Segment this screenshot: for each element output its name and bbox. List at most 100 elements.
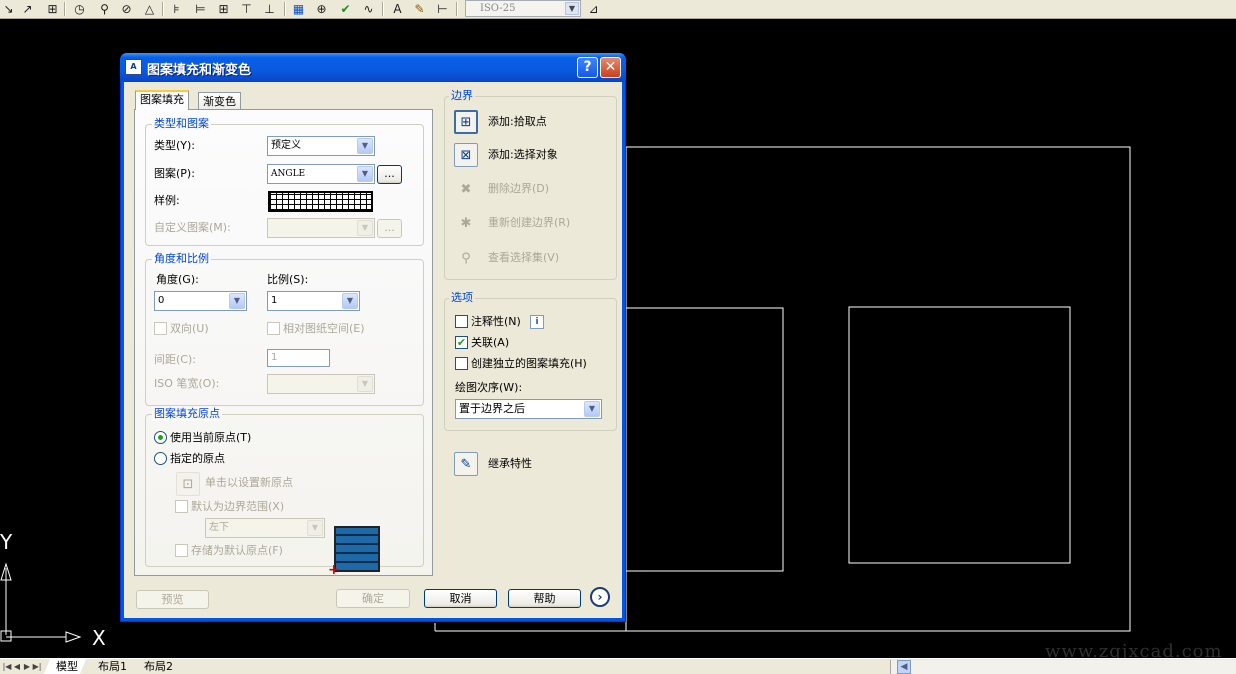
magnifier-icon[interactable]: ⚲ (454, 246, 478, 270)
remove-boundary-icon[interactable]: ✖ (454, 177, 478, 201)
click-set-origin-icon[interactable]: ⊡ (176, 472, 200, 496)
last-tab-icon[interactable]: ▶| (32, 661, 42, 673)
draw-order-select[interactable]: 置于边界之后 ▼ (455, 399, 602, 419)
select-objects-icon[interactable]: ⊠ (454, 143, 478, 167)
use-current-origin-label: 使用当前原点(T) (170, 431, 252, 444)
inherit-properties-icon[interactable]: ✎ (454, 452, 478, 476)
dialog-titlebar[interactable]: A 图案填充和渐变色 ? ✕ (120, 53, 626, 82)
scale-select[interactable]: 1 ▼ (267, 291, 360, 311)
chevron-down-icon[interactable]: ▼ (357, 138, 373, 154)
horizontal-scrollbar[interactable]: ◀ (890, 660, 1236, 674)
remove-boundary-label[interactable]: 删除边界(D) (488, 182, 549, 196)
prev-tab-icon[interactable]: ◀ (12, 661, 22, 673)
dim-style-icon[interactable]: ⊿ (585, 1, 602, 17)
inherit-properties-label[interactable]: 继承特性 (488, 457, 532, 471)
next-tab-icon[interactable]: ▶ (22, 661, 32, 673)
pick-points-icon[interactable]: ⊞ (454, 110, 478, 134)
arc-icon[interactable]: ↗ (19, 1, 36, 17)
tab-model[interactable]: 模型 (44, 659, 86, 674)
close-button[interactable]: ✕ (600, 57, 621, 78)
chevron-down-icon[interactable]: ▼ (357, 220, 373, 236)
help-caption-button[interactable]: ? (577, 57, 598, 78)
tolerance-icon[interactable]: ▦ (290, 1, 307, 17)
dim-style-select[interactable]: ISO-25 ▼ (465, 0, 581, 17)
double-checkbox[interactable] (154, 322, 167, 335)
chevron-down-icon[interactable]: ▼ (357, 376, 373, 392)
dim-update-icon[interactable]: ⊢ (434, 1, 451, 17)
pattern-swatch[interactable] (268, 191, 373, 212)
draw-order-label: 绘图次序(W): (455, 381, 523, 394)
swatch-label: 样例: (154, 194, 180, 207)
pattern-select[interactable]: ANGLE ▼ (267, 164, 375, 184)
default-extent-checkbox[interactable] (175, 500, 188, 513)
scale-icon[interactable]: ⊞ (44, 1, 61, 17)
help-button[interactable]: 帮助 (508, 589, 581, 608)
tab-layout1[interactable]: 布局1 (86, 659, 135, 674)
iso-pen-select[interactable]: ▼ (267, 374, 375, 394)
pattern-value: ANGLE (271, 169, 306, 179)
spline-icon[interactable]: ↘ (0, 1, 17, 17)
pattern-browse-button[interactable]: ... (377, 165, 402, 184)
chevron-down-icon[interactable]: ▼ (584, 401, 600, 417)
chevron-down-icon[interactable]: ▼ (229, 293, 245, 309)
dim-angle-icon[interactable]: △ (141, 1, 158, 17)
custom-browse-button[interactable]: ... (377, 219, 402, 238)
diameter-dim-icon[interactable]: ⊘ (118, 1, 135, 17)
separate-hatches-checkbox[interactable] (455, 357, 468, 370)
spacing-input[interactable]: 1 (267, 349, 330, 367)
type-select[interactable]: 预定义 ▼ (267, 136, 375, 156)
radius-dim-icon[interactable]: ⚲ (96, 1, 113, 17)
baseline-icon[interactable]: ⊧ (168, 1, 185, 17)
annotative-checkbox[interactable] (455, 315, 468, 328)
layout-tab-bar: |◀ ◀ ▶ ▶| 模型 布局1 布局2 ◀ (0, 658, 1236, 674)
recreate-boundary-label[interactable]: 重新创建边界(R) (488, 216, 570, 230)
add-pick-points-label[interactable]: 添加:拾取点 (488, 115, 547, 129)
chevron-down-icon[interactable]: ▼ (357, 166, 373, 182)
specified-origin-radio[interactable] (154, 452, 167, 465)
chevron-down-icon[interactable]: ▼ (307, 520, 323, 536)
add-select-objects-label[interactable]: 添加:选择对象 (488, 148, 558, 162)
inspect-icon[interactable]: ✔ (337, 1, 354, 17)
tab-hatch[interactable]: 图案填充 (135, 90, 189, 110)
ordinate-icon[interactable]: ⊞ (215, 1, 232, 17)
type-value: 预定义 (271, 140, 301, 151)
click-set-origin-label: 单击以设置新原点 (205, 476, 293, 489)
inner-rectangle-right (848, 306, 1071, 564)
recreate-boundary-icon[interactable]: ✱ (454, 211, 478, 235)
use-current-origin-radio[interactable] (154, 431, 167, 444)
jogged-icon[interactable]: ∿ (360, 1, 377, 17)
quick-leader-icon[interactable]: ⊤ (238, 1, 255, 17)
associative-checkbox[interactable]: ✔ (455, 336, 468, 349)
dim-edit-icon[interactable]: ✎ (411, 1, 428, 17)
center-mark-icon[interactable]: ⊕ (313, 1, 330, 17)
origin-position-select[interactable]: 左下 ▼ (205, 518, 325, 538)
relative-paper-checkbox[interactable] (267, 322, 280, 335)
dialog-title: 图案填充和渐变色 (147, 63, 252, 78)
scroll-left-icon[interactable]: ◀ (897, 660, 911, 674)
ucs-y-label: Y (0, 530, 13, 554)
angular-dim-icon[interactable]: ◷ (71, 1, 88, 17)
origin-position-value: 左下 (209, 522, 229, 533)
boundary-group-title: 边界 (449, 89, 475, 103)
info-icon[interactable]: i (530, 315, 544, 329)
angle-select[interactable]: 0 ▼ (154, 291, 247, 311)
continue-icon[interactable]: ⊨ (192, 1, 209, 17)
tab-layout2[interactable]: 布局2 (132, 659, 181, 674)
cancel-button[interactable]: 取消 (424, 589, 497, 608)
toolbar-separator (456, 2, 458, 16)
scale-label: 比例(S): (267, 273, 309, 286)
angle-value: 0 (158, 295, 165, 306)
tab-gradient[interactable]: 渐变色 (198, 92, 241, 110)
dim-style-value: ISO-25 (480, 3, 516, 14)
chevron-down-icon[interactable]: ▼ (342, 293, 358, 309)
view-selections-label[interactable]: 查看选择集(V) (488, 251, 559, 265)
custom-pattern-select[interactable]: ▼ (267, 218, 375, 238)
ok-button[interactable]: 确定 (336, 589, 410, 608)
store-default-checkbox[interactable] (175, 544, 188, 557)
preview-button[interactable]: 预览 (136, 590, 209, 609)
chevron-down-icon[interactable]: ▼ (565, 2, 579, 15)
first-tab-icon[interactable]: |◀ (2, 661, 12, 673)
dim-text-icon[interactable]: A (389, 1, 406, 17)
more-options-arrow-icon[interactable]: › (590, 587, 610, 607)
leader-icon[interactable]: ⊥ (261, 1, 278, 17)
